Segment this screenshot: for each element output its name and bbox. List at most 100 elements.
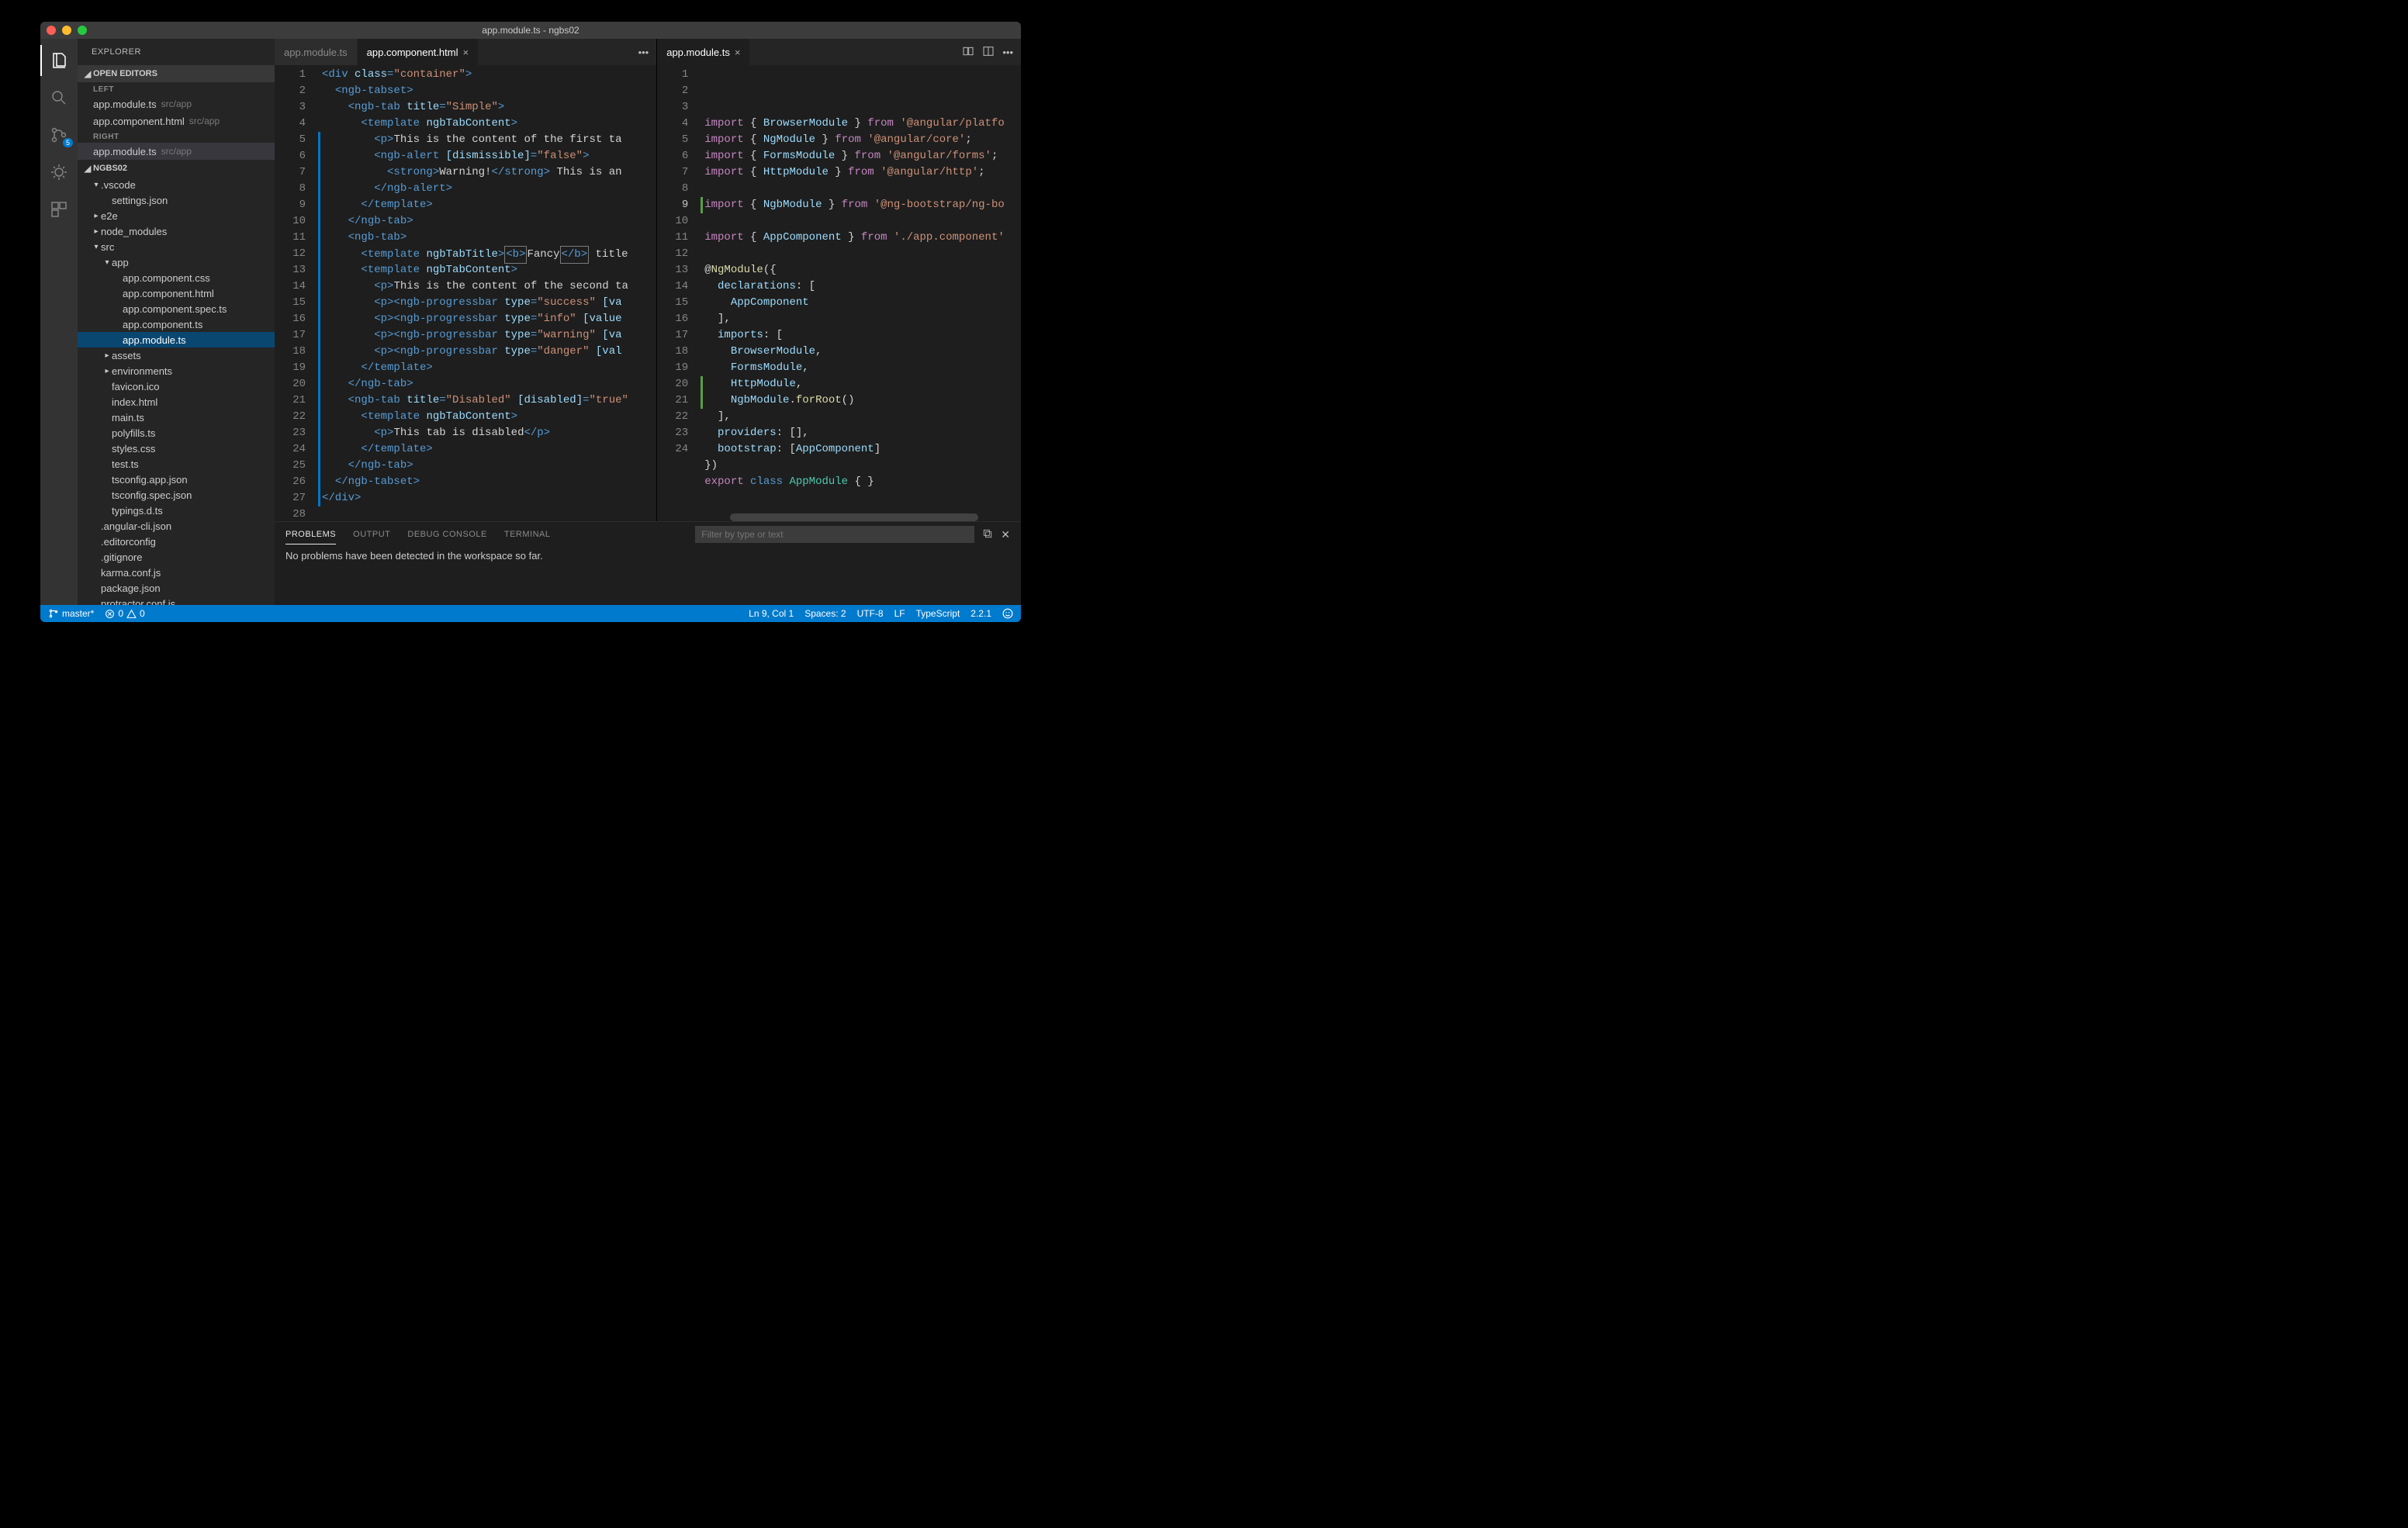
- right-tabbar: app.module.ts × •••: [657, 39, 1021, 65]
- tree-item-label: .angular-cli.json: [101, 520, 171, 532]
- split-editor-icon[interactable]: [982, 45, 995, 60]
- tree-twisty-icon: ▸: [92, 227, 101, 236]
- warnings-count: 0: [140, 608, 145, 619]
- tree-item-label: index.html: [112, 396, 157, 408]
- more-icon[interactable]: •••: [1002, 47, 1013, 58]
- tree-item[interactable]: ▸environments: [78, 363, 275, 379]
- tree-item[interactable]: ▸assets: [78, 347, 275, 363]
- right-code-area[interactable]: 123456789101112131415161718192021222324 …: [657, 65, 1021, 521]
- problems-filter-input[interactable]: [695, 526, 974, 543]
- tree-item[interactable]: polyfills.ts: [78, 425, 275, 441]
- close-tab-icon[interactable]: ×: [462, 47, 469, 58]
- horizontal-scrollbar[interactable]: [730, 513, 978, 521]
- status-lncol[interactable]: Ln 9, Col 1: [749, 608, 794, 619]
- tab-label: app.module.ts: [284, 47, 348, 58]
- activity-debug[interactable]: [40, 157, 78, 188]
- open-editors-list: LEFTapp.module.tssrc/appapp.component.ht…: [78, 82, 275, 160]
- compare-icon[interactable]: [962, 45, 974, 60]
- tree-item-label: app.module.ts: [123, 334, 186, 346]
- tree-item-label: .vscode: [101, 179, 136, 191]
- tree-item[interactable]: app.module.ts: [78, 332, 275, 347]
- left-tab-actions: •••: [638, 39, 657, 65]
- status-lang[interactable]: TypeScript: [916, 608, 960, 619]
- activity-scm[interactable]: 5: [40, 119, 78, 150]
- left-code-area[interactable]: 1234567891011121314151617181920212223242…: [275, 65, 656, 521]
- tree-item-label: e2e: [101, 210, 118, 222]
- status-spaces[interactable]: Spaces: 2: [804, 608, 846, 619]
- window-body: 5 EXPLORER ◢ OPEN EDITORS LEFTapp.module…: [40, 39, 1021, 605]
- close-tab-icon[interactable]: ×: [735, 47, 741, 58]
- activity-explorer[interactable]: [40, 45, 78, 76]
- editor-tab[interactable]: app.module.ts: [275, 39, 358, 65]
- more-icon[interactable]: •••: [638, 47, 649, 58]
- tree-item[interactable]: tsconfig.spec.json: [78, 487, 275, 503]
- tree-item-label: test.ts: [112, 458, 139, 470]
- tree-item[interactable]: ▾.vscode: [78, 177, 275, 192]
- titlebar: app.module.ts - ngbs02: [40, 22, 1021, 39]
- tree-item[interactable]: ▾src: [78, 239, 275, 254]
- left-code[interactable]: <div class="container"> <ngb-tabset> <ng…: [317, 65, 656, 521]
- tree-twisty-icon: ▸: [102, 351, 112, 360]
- panel-tab-debug-console[interactable]: DEBUG CONSOLE: [407, 530, 486, 539]
- editor-tab[interactable]: app.module.ts ×: [657, 39, 750, 65]
- tree-item[interactable]: app.component.ts: [78, 316, 275, 332]
- collapse-icon[interactable]: [982, 528, 993, 541]
- right-code[interactable]: import { BrowserModule } from '@angular/…: [699, 65, 1021, 521]
- panel-tab-output[interactable]: OUTPUT: [353, 530, 390, 539]
- tree-item-label: app.component.spec.ts: [123, 303, 227, 315]
- editor-tab[interactable]: app.component.html×: [358, 39, 479, 65]
- tree-item[interactable]: app.component.spec.ts: [78, 301, 275, 316]
- panel-right: ✕: [695, 526, 1010, 543]
- tree-item[interactable]: .gitignore: [78, 549, 275, 565]
- close-panel-icon[interactable]: ✕: [1001, 528, 1010, 541]
- open-editor-path: src/app: [189, 116, 220, 126]
- close-window-button[interactable]: [47, 26, 56, 35]
- tree-item[interactable]: package.json: [78, 580, 275, 596]
- open-editors-header[interactable]: ◢ OPEN EDITORS: [78, 65, 275, 82]
- debug-icon: [50, 163, 68, 181]
- status-errors[interactable]: 0 0: [105, 608, 144, 619]
- tab-label: app.module.ts: [666, 47, 730, 58]
- tree-item-label: favicon.ico: [112, 381, 159, 392]
- tree-item[interactable]: test.ts: [78, 456, 275, 472]
- tree-item[interactable]: protractor.conf.js: [78, 596, 275, 605]
- tree-item[interactable]: main.ts: [78, 410, 275, 425]
- open-editor-path: src/app: [161, 146, 192, 157]
- tree-item[interactable]: index.html: [78, 394, 275, 410]
- tree-item[interactable]: typings.d.ts: [78, 503, 275, 518]
- panel-tab-problems[interactable]: PROBLEMS: [285, 530, 336, 544]
- tree-item-label: package.json: [101, 583, 161, 594]
- tree-item[interactable]: karma.conf.js: [78, 565, 275, 580]
- tree-item[interactable]: app.component.css: [78, 270, 275, 285]
- activity-extensions[interactable]: [40, 194, 78, 225]
- status-eol[interactable]: LF: [894, 608, 905, 619]
- tree-item-label: tsconfig.app.json: [112, 474, 188, 486]
- tree-item-label: karma.conf.js: [101, 567, 161, 579]
- tree-item[interactable]: ▸e2e: [78, 208, 275, 223]
- status-encoding[interactable]: UTF-8: [857, 608, 884, 619]
- tree-item[interactable]: ▸node_modules: [78, 223, 275, 239]
- tree-item[interactable]: ▾app: [78, 254, 275, 270]
- tree-item[interactable]: tsconfig.app.json: [78, 472, 275, 487]
- tree-item[interactable]: app.component.html: [78, 285, 275, 301]
- tree-item[interactable]: .angular-cli.json: [78, 518, 275, 534]
- open-editor-item[interactable]: app.component.htmlsrc/app: [78, 112, 275, 130]
- left-tabbar: app.module.ts app.component.html× •••: [275, 39, 656, 65]
- tree-item[interactable]: favicon.ico: [78, 379, 275, 394]
- activity-search[interactable]: [40, 82, 78, 113]
- status-branch[interactable]: master*: [48, 608, 94, 619]
- panel-tab-terminal[interactable]: TERMINAL: [504, 530, 551, 539]
- tree-item[interactable]: settings.json: [78, 192, 275, 208]
- project-header[interactable]: ◢ NGBS02: [78, 160, 275, 177]
- zoom-window-button[interactable]: [78, 26, 87, 35]
- tree-twisty-icon: ▸: [102, 367, 112, 375]
- open-editor-item[interactable]: app.module.tssrc/app: [78, 95, 275, 112]
- minimize-window-button[interactable]: [62, 26, 71, 35]
- tree-item[interactable]: styles.css: [78, 441, 275, 456]
- status-ver[interactable]: 2.2.1: [970, 608, 991, 619]
- status-feedback[interactable]: [1002, 608, 1013, 619]
- tree-item-label: main.ts: [112, 412, 144, 423]
- tree-item[interactable]: .editorconfig: [78, 534, 275, 549]
- problems-body: No problems have been detected in the wo…: [275, 547, 1021, 605]
- open-editor-item[interactable]: app.module.tssrc/app: [78, 143, 275, 160]
